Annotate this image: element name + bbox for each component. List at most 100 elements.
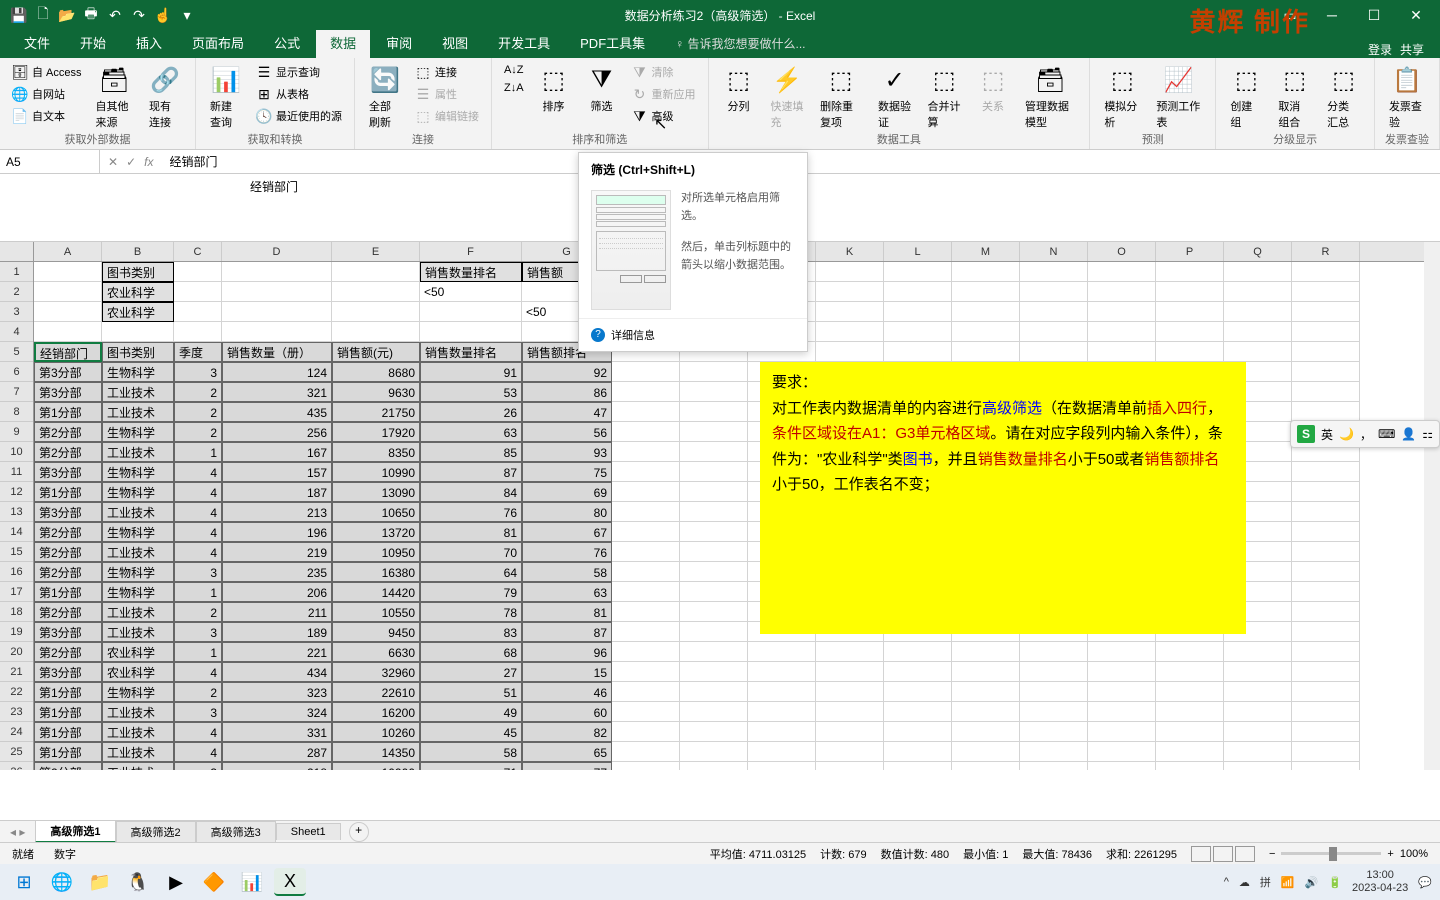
cell-J23[interactable]: [748, 702, 816, 722]
cell-B11[interactable]: 生物科学: [102, 462, 174, 482]
flash-fill-button[interactable]: ⚡快速填充: [765, 62, 811, 132]
cell-D6[interactable]: 124: [222, 362, 332, 382]
ime-toolbar[interactable]: S 英 🌙 ， ⌨ 👤 ⚏: [1290, 420, 1440, 448]
cell-B10[interactable]: 工业技术: [102, 442, 174, 462]
cell-E2[interactable]: [332, 282, 420, 302]
cell-B26[interactable]: 工业技术: [102, 762, 174, 770]
cell-C17[interactable]: 1: [174, 582, 222, 602]
cell-H25[interactable]: [612, 742, 680, 762]
cell-C25[interactable]: 4: [174, 742, 222, 762]
cell-B17[interactable]: 生物科学: [102, 582, 174, 602]
cell-O5[interactable]: [1088, 342, 1156, 362]
row-header-14[interactable]: 14: [0, 522, 33, 542]
cell-E21[interactable]: 32960: [332, 662, 420, 682]
tell-me-search[interactable]: ♀ 告诉我您想要做什么...: [661, 29, 819, 58]
cell-C11[interactable]: 4: [174, 462, 222, 482]
cell-I10[interactable]: [680, 442, 748, 462]
cell-G24[interactable]: 82: [522, 722, 612, 742]
cell-A21[interactable]: 第3分部: [34, 662, 102, 682]
cell-D1[interactable]: [222, 262, 332, 282]
sort-button[interactable]: ⬚排序: [532, 62, 576, 116]
cell-I12[interactable]: [680, 482, 748, 502]
row-header-9[interactable]: 9: [0, 422, 33, 442]
cell-K1[interactable]: [816, 262, 884, 282]
cell-H15[interactable]: [612, 542, 680, 562]
cell-D16[interactable]: 235: [222, 562, 332, 582]
cell-N2[interactable]: [1020, 282, 1088, 302]
forecast-button[interactable]: 📈预测工作表: [1150, 62, 1207, 132]
tray-ime-icon[interactable]: 拼: [1260, 874, 1271, 890]
cell-E25[interactable]: 14350: [332, 742, 420, 762]
share-button[interactable]: 共享: [1400, 41, 1424, 58]
cell-Q20[interactable]: [1224, 642, 1292, 662]
excel-taskbar-icon[interactable]: X: [274, 868, 306, 896]
cell-A16[interactable]: 第2分部: [34, 562, 102, 582]
cell-F24[interactable]: 45: [420, 722, 522, 742]
cell-A19[interactable]: 第3分部: [34, 622, 102, 642]
cell-D20[interactable]: 221: [222, 642, 332, 662]
cell-B23[interactable]: 工业技术: [102, 702, 174, 722]
cell-E15[interactable]: 10950: [332, 542, 420, 562]
taskmgr-icon[interactable]: 📊: [236, 868, 268, 896]
col-header-E[interactable]: E: [332, 242, 420, 261]
cell-C8[interactable]: 2: [174, 402, 222, 422]
tray-battery-icon[interactable]: 🔋: [1328, 876, 1342, 889]
save-icon[interactable]: 💾: [8, 4, 30, 26]
cell-N22[interactable]: [1020, 682, 1088, 702]
cell-O4[interactable]: [1088, 322, 1156, 342]
cell-C13[interactable]: 4: [174, 502, 222, 522]
cell-R15[interactable]: [1292, 542, 1360, 562]
ime-lang[interactable]: 英: [1321, 426, 1333, 443]
row-header-3[interactable]: 3: [0, 302, 33, 322]
cell-B22[interactable]: 生物科学: [102, 682, 174, 702]
tab-home[interactable]: 开始: [66, 27, 120, 58]
subtotal-button[interactable]: ⬚分类汇总: [1321, 62, 1366, 132]
cell-A24[interactable]: 第1分部: [34, 722, 102, 742]
row-header-21[interactable]: 21: [0, 662, 33, 682]
cell-G21[interactable]: 15: [522, 662, 612, 682]
zoom-control[interactable]: − + 100%: [1269, 848, 1428, 860]
cell-J24[interactable]: [748, 722, 816, 742]
close-icon[interactable]: ✕: [1396, 1, 1436, 29]
cell-D15[interactable]: 219: [222, 542, 332, 562]
cell-B15[interactable]: 工业技术: [102, 542, 174, 562]
cell-O26[interactable]: [1088, 762, 1156, 770]
cell-O23[interactable]: [1088, 702, 1156, 722]
cell-D7[interactable]: 321: [222, 382, 332, 402]
cell-A8[interactable]: 第1分部: [34, 402, 102, 422]
cell-B3[interactable]: 农业科学: [102, 302, 174, 322]
cell-D19[interactable]: 189: [222, 622, 332, 642]
cell-I20[interactable]: [680, 642, 748, 662]
cell-C10[interactable]: 1: [174, 442, 222, 462]
cell-A4[interactable]: [34, 322, 102, 342]
cell-M24[interactable]: [952, 722, 1020, 742]
zoom-out-icon[interactable]: −: [1269, 848, 1275, 860]
cell-D13[interactable]: 213: [222, 502, 332, 522]
cell-R22[interactable]: [1292, 682, 1360, 702]
cell-R12[interactable]: [1292, 482, 1360, 502]
minimize-icon[interactable]: ─: [1312, 1, 1352, 29]
cell-D2[interactable]: [222, 282, 332, 302]
cell-G19[interactable]: 87: [522, 622, 612, 642]
cell-A2[interactable]: [34, 282, 102, 302]
cell-B13[interactable]: 工业技术: [102, 502, 174, 522]
cell-D3[interactable]: [222, 302, 332, 322]
col-header-R[interactable]: R: [1292, 242, 1360, 261]
undo-icon[interactable]: ↶: [104, 4, 126, 26]
cell-F13[interactable]: 76: [420, 502, 522, 522]
dropdown-icon[interactable]: ▾: [176, 4, 198, 26]
cell-M26[interactable]: [952, 762, 1020, 770]
cell-J26[interactable]: [748, 762, 816, 770]
cell-A5[interactable]: 经销部门: [34, 342, 102, 362]
cell-E11[interactable]: 10990: [332, 462, 420, 482]
cell-O25[interactable]: [1088, 742, 1156, 762]
cell-A7[interactable]: 第3分部: [34, 382, 102, 402]
cell-P22[interactable]: [1156, 682, 1224, 702]
cell-E17[interactable]: 14420: [332, 582, 420, 602]
sheet-tab-2[interactable]: 高级筛选2: [116, 821, 196, 842]
app-icon[interactable]: 🔶: [198, 868, 230, 896]
cell-E4[interactable]: [332, 322, 420, 342]
page-layout-button[interactable]: [1213, 846, 1233, 862]
cell-C3[interactable]: [174, 302, 222, 322]
row-header-23[interactable]: 23: [0, 702, 33, 722]
